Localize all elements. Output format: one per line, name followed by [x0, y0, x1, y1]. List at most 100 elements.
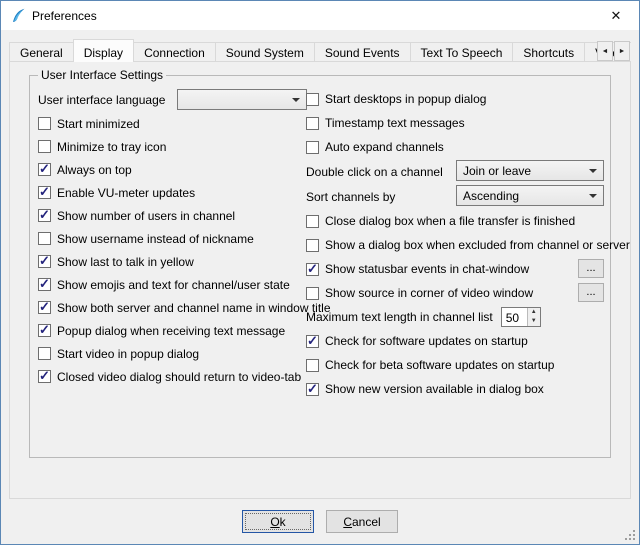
checkbox-label: Check for beta software updates on start… [325, 358, 554, 372]
combo-value: Ascending [463, 189, 519, 203]
vu-meter-updates-checkbox[interactable] [38, 186, 51, 199]
tab-shortcuts[interactable]: Shortcuts [512, 42, 585, 62]
row-desktops-popup[interactable]: Start desktops in popup dialog [306, 87, 606, 111]
maxlen-label: Maximum text length in channel list [306, 310, 493, 324]
double-click-label: Double click on a channel [306, 165, 443, 179]
tab-general[interactable]: General [9, 42, 74, 62]
row-vu-meter-updates[interactable]: Enable VU-meter updates [38, 181, 306, 204]
title-bar: Preferences ✕ [1, 1, 639, 30]
maxlen-spinbox[interactable]: 50 ▲ ▼ [501, 307, 541, 327]
server-channel-title-checkbox[interactable] [38, 301, 51, 314]
checkbox-label: Minimize to tray icon [57, 140, 166, 154]
resize-grip[interactable] [624, 529, 637, 542]
checkbox-label: Auto expand channels [325, 140, 444, 154]
new-version-dialog-checkbox[interactable] [306, 383, 319, 396]
tab-scroll-buttons: ◄ ► [596, 41, 630, 61]
spin-buttons: ▲ ▼ [527, 308, 540, 326]
statusbar-events-checkbox[interactable] [306, 263, 319, 276]
spin-value[interactable]: 50 [502, 308, 527, 326]
row-auto-expand[interactable]: Auto expand channels [306, 135, 606, 159]
checkbox-label: Closed video dialog should return to vid… [57, 370, 301, 384]
row-video-popup[interactable]: Start video in popup dialog [38, 342, 306, 365]
tab-connection[interactable]: Connection [133, 42, 216, 62]
row-show-username[interactable]: Show username instead of nickname [38, 227, 306, 250]
checkbox-label: Show statusbar events in chat-window [325, 262, 529, 276]
checkbox-label: Popup dialog when receiving text message [57, 324, 285, 338]
sort-channels-label: Sort channels by [306, 190, 395, 204]
ok-button[interactable]: Ok [242, 510, 314, 533]
row-emojis-text-state[interactable]: Show emojis and text for channel/user st… [38, 273, 306, 296]
maxlen-row: Maximum text length in channel list 50 ▲… [306, 305, 606, 329]
tab-sound-system[interactable]: Sound System [215, 42, 315, 62]
row-minimize-to-tray[interactable]: Minimize to tray icon [38, 135, 306, 158]
cancel-button-label: Cancel [343, 515, 380, 529]
checkbox-label: Start desktops in popup dialog [325, 92, 486, 106]
video-source-corner-checkbox[interactable] [306, 287, 319, 300]
last-to-talk-checkbox[interactable] [38, 255, 51, 268]
emojis-text-state-checkbox[interactable] [38, 278, 51, 291]
row-last-to-talk[interactable]: Show last to talk in yellow [38, 250, 306, 273]
beta-update-check-checkbox[interactable] [306, 359, 319, 372]
language-combobox[interactable] [177, 89, 307, 110]
row-timestamp-messages[interactable]: Timestamp text messages [306, 111, 606, 135]
double-click-row: Double click on a channel Join or leave [306, 159, 606, 184]
tab-text-to-speech[interactable]: Text To Speech [410, 42, 514, 62]
always-on-top-checkbox[interactable] [38, 163, 51, 176]
button-bar: Ok Cancel [1, 510, 639, 533]
right-column: Start desktops in popup dialog Timestamp… [306, 87, 606, 401]
window-title: Preferences [32, 9, 97, 23]
preferences-dialog: Preferences ✕ General Display Connection… [0, 0, 640, 545]
start-minimized-checkbox[interactable] [38, 117, 51, 130]
row-always-on-top[interactable]: Always on top [38, 158, 306, 181]
checkbox-label: Show number of users in channel [57, 209, 235, 223]
row-server-channel-title[interactable]: Show both server and channel name in win… [38, 296, 306, 319]
row-show-user-count[interactable]: Show number of users in channel [38, 204, 306, 227]
video-source-more-button[interactable]: ... [578, 283, 604, 302]
spin-up-icon[interactable]: ▲ [527, 308, 540, 317]
row-popup-text-message[interactable]: Popup dialog when receiving text message [38, 319, 306, 342]
desktops-popup-checkbox[interactable] [306, 93, 319, 106]
auto-expand-checkbox[interactable] [306, 141, 319, 154]
app-icon [10, 8, 26, 24]
minimize-to-tray-checkbox[interactable] [38, 140, 51, 153]
row-video-return-tab[interactable]: Closed video dialog should return to vid… [38, 365, 306, 388]
close-filetransfer-checkbox[interactable] [306, 215, 319, 228]
checkbox-label: Enable VU-meter updates [57, 186, 195, 200]
tab-display[interactable]: Display [73, 39, 134, 62]
chevron-down-icon [589, 169, 597, 173]
row-new-version-dialog[interactable]: Show new version available in dialog box [306, 377, 606, 401]
show-username-checkbox[interactable] [38, 232, 51, 245]
excluded-dialog-checkbox[interactable] [306, 239, 319, 252]
update-check-checkbox[interactable] [306, 335, 319, 348]
row-excluded-dialog[interactable]: Show a dialog box when excluded from cha… [306, 233, 606, 257]
show-user-count-checkbox[interactable] [38, 209, 51, 222]
row-video-source-corner[interactable]: Show source in corner of video window ..… [306, 281, 606, 305]
checkbox-label: Show both server and channel name in win… [57, 301, 331, 315]
left-column: User interface language Start minimized … [38, 87, 306, 388]
double-click-combobox[interactable]: Join or leave [456, 160, 604, 181]
row-statusbar-events[interactable]: Show statusbar events in chat-window ... [306, 257, 606, 281]
checkbox-label: Close dialog box when a file transfer is… [325, 214, 575, 228]
close-icon[interactable]: ✕ [593, 1, 639, 30]
language-row: User interface language [38, 87, 306, 112]
display-tab-pane: User Interface Settings User interface l… [9, 61, 631, 499]
cancel-button[interactable]: Cancel [326, 510, 398, 533]
checkbox-label: Show source in corner of video window [325, 286, 533, 300]
row-start-minimized[interactable]: Start minimized [38, 112, 306, 135]
timestamp-messages-checkbox[interactable] [306, 117, 319, 130]
popup-text-message-checkbox[interactable] [38, 324, 51, 337]
spin-down-icon[interactable]: ▼ [527, 317, 540, 326]
tab-scroll-right-icon[interactable]: ► [614, 41, 630, 61]
user-interface-settings-group: User Interface Settings User interface l… [29, 75, 611, 458]
checkbox-label: Show last to talk in yellow [57, 255, 194, 269]
video-popup-checkbox[interactable] [38, 347, 51, 360]
row-update-check[interactable]: Check for software updates on startup [306, 329, 606, 353]
row-beta-update-check[interactable]: Check for beta software updates on start… [306, 353, 606, 377]
row-close-filetransfer[interactable]: Close dialog box when a file transfer is… [306, 209, 606, 233]
video-return-tab-checkbox[interactable] [38, 370, 51, 383]
statusbar-events-more-button[interactable]: ... [578, 259, 604, 278]
tab-scroll-left-icon[interactable]: ◄ [597, 41, 613, 61]
sort-channels-combobox[interactable]: Ascending [456, 185, 604, 206]
combo-value: Join or leave [463, 164, 531, 178]
tab-sound-events[interactable]: Sound Events [314, 42, 411, 62]
